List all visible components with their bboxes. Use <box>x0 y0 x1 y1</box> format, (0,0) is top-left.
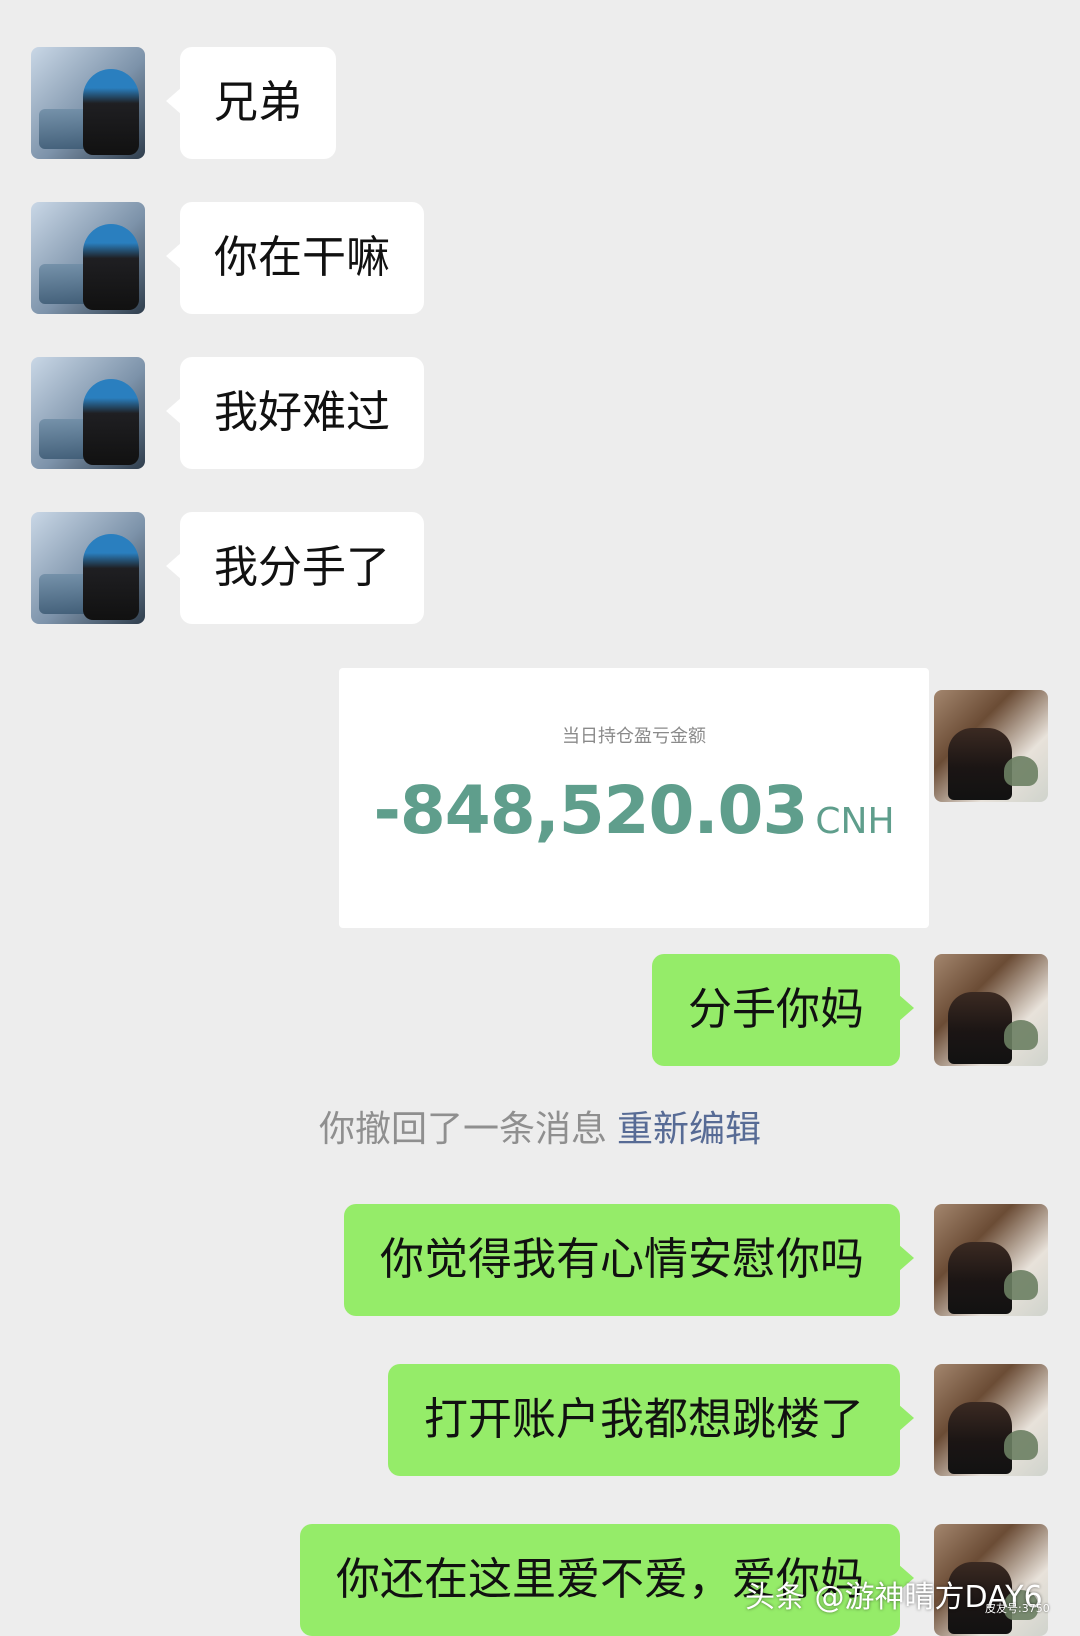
my-avatar[interactable] <box>934 1364 1048 1476</box>
pnl-currency: CNH <box>815 801 895 842</box>
chat-conversation: 兄弟 你在干嘛 我好难过 我分手了 当日持仓盈亏金额 -848,520.03 CN… <box>0 0 1080 1636</box>
message-bubble-incoming[interactable]: 你在干嘛 <box>166 202 424 314</box>
pnl-screenshot-message[interactable]: 当日持仓盈亏金额 -848,520.03 CNH <box>339 668 929 928</box>
message-bubble-incoming[interactable]: 兄弟 <box>166 47 336 159</box>
pnl-label: 当日持仓盈亏金额 <box>562 726 706 747</box>
contact-avatar[interactable] <box>31 202 145 314</box>
pnl-amount-row: -848,520.03 CNH <box>339 772 929 849</box>
contact-avatar[interactable] <box>31 47 145 159</box>
message-bubble-incoming[interactable]: 我分手了 <box>166 512 424 624</box>
re-edit-link[interactable]: 重新编辑 <box>617 1109 761 1150</box>
my-avatar[interactable] <box>934 1204 1048 1316</box>
my-avatar[interactable] <box>934 954 1048 1066</box>
contact-avatar[interactable] <box>31 512 145 624</box>
recall-notice-text: 你撤回了一条消息 <box>318 1109 607 1150</box>
contact-avatar[interactable] <box>31 357 145 469</box>
message-bubble-incoming[interactable]: 我好难过 <box>166 357 424 469</box>
pnl-amount: -848,520.03 <box>373 772 808 849</box>
my-avatar[interactable] <box>934 690 1048 802</box>
recall-notice: 你撤回了一条消息 重新编辑 <box>0 1100 1080 1152</box>
message-bubble-outgoing[interactable]: 分手你妈 <box>652 954 914 1066</box>
message-bubble-outgoing[interactable]: 打开账户我都想跳楼了 <box>388 1364 914 1476</box>
watermark-id: 皮友号:3750 <box>985 1602 1050 1615</box>
message-bubble-outgoing[interactable]: 你觉得我有心情安慰你吗 <box>344 1204 914 1316</box>
